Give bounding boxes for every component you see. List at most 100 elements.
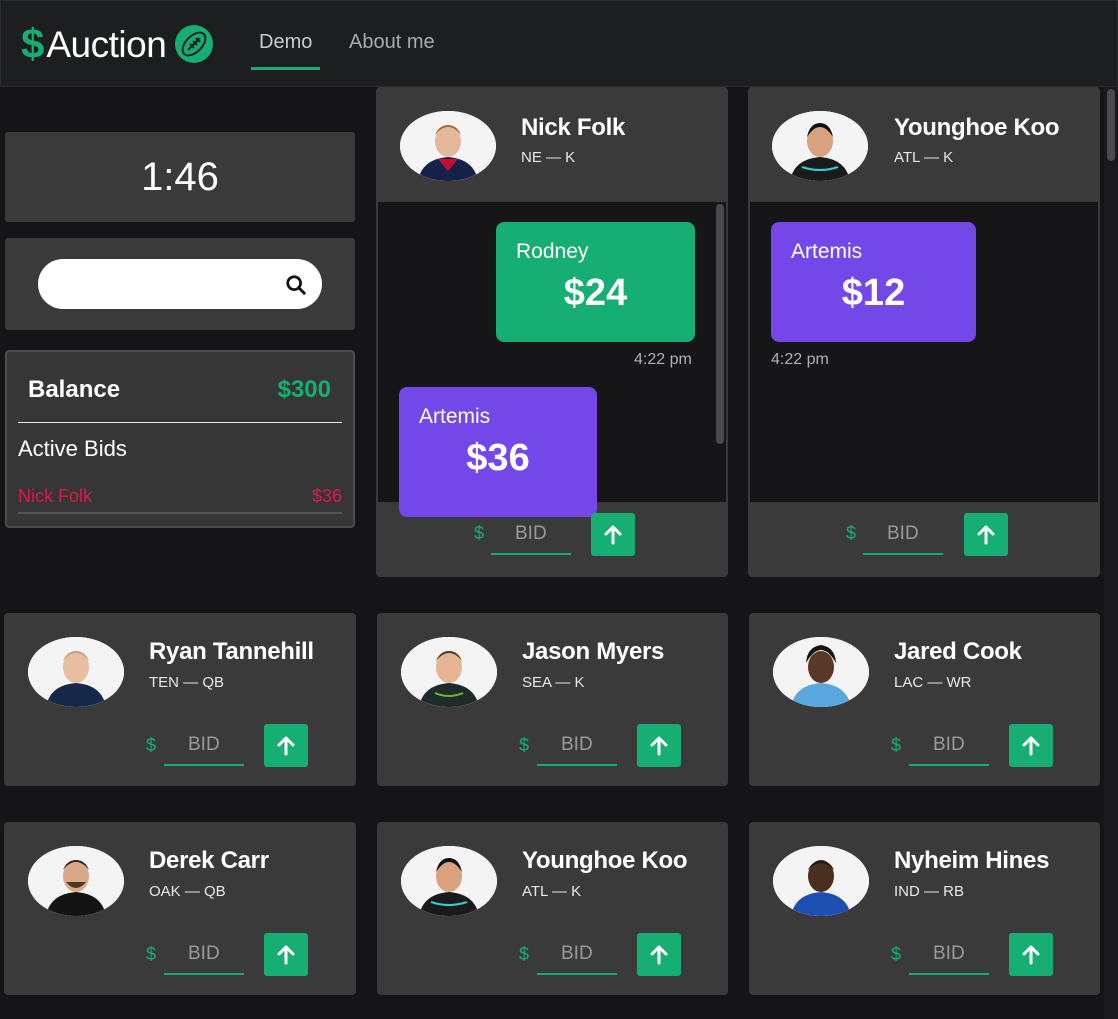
player-photo-icon [401, 637, 497, 707]
player-team-position: NE — K [521, 149, 576, 166]
player-name: Ryan Tannehill [149, 638, 314, 665]
auction-timer: 1:46 [5, 132, 355, 222]
submit-bid-button[interactable] [637, 933, 681, 976]
bid-timestamp: 4:22 pm [634, 351, 692, 368]
search-icon[interactable] [285, 274, 307, 296]
nav-link-demo-label: Demo [259, 31, 313, 53]
bid-input[interactable] [164, 935, 244, 975]
balance-divider [18, 422, 342, 423]
submit-bid-button[interactable] [964, 513, 1008, 556]
bid-currency: $ [146, 735, 157, 755]
player-photo-icon [773, 637, 869, 707]
arrow-up-icon [650, 736, 668, 755]
player-card: Ryan Tannehill TEN — QB $ [4, 613, 356, 786]
active-bid-amount: $36 [311, 486, 342, 506]
submit-bid-button[interactable] [591, 513, 635, 556]
search-panel [5, 238, 355, 330]
active-bid-player: Nick Folk [18, 486, 93, 506]
brand-logo[interactable]: $ Auction [21, 21, 214, 67]
bid-currency: $ [519, 735, 530, 755]
active-bids-heading: Active Bids [18, 436, 127, 461]
player-team-position: TEN — QB [149, 674, 225, 691]
bidder-name: Rodney [516, 240, 589, 263]
bid-input[interactable] [491, 515, 571, 555]
nav-link-demo[interactable]: Demo [251, 31, 321, 70]
bid-input[interactable] [164, 726, 244, 766]
logo-text: Auction [46, 23, 167, 65]
player-name: Younghoe Koo [522, 847, 688, 874]
arrow-up-icon [650, 945, 668, 964]
player-team-position: OAK — QB [149, 883, 226, 900]
search-input[interactable] [38, 259, 322, 309]
player-team-position: SEA — K [522, 674, 585, 691]
submit-bid-button[interactable] [264, 724, 308, 767]
bid-input[interactable] [537, 935, 617, 975]
player-photo-icon [773, 846, 869, 916]
navbar: $ Auction Demo About me [0, 0, 1118, 87]
active-nav-indicator [251, 67, 321, 70]
player-avatar [772, 111, 868, 181]
balance-label: Balance [28, 376, 121, 403]
arrow-up-icon [604, 525, 622, 544]
player-team-position: ATL — K [894, 149, 954, 166]
player-avatar [401, 846, 497, 916]
arrow-up-icon [977, 525, 995, 544]
player-avatar [401, 637, 497, 707]
player-card: Derek Carr OAK — QB $ [4, 822, 356, 995]
player-avatar [773, 846, 869, 916]
player-name: Nyheim Hines [894, 847, 1050, 874]
bid-currency: $ [846, 523, 857, 543]
player-name: Younghoe Koo [894, 114, 1060, 141]
active-bid-row[interactable]: Nick Folk $36 [18, 484, 342, 514]
player-photo-icon [401, 846, 497, 916]
bid-currency: $ [146, 944, 157, 964]
bid-amount: $24 [563, 272, 628, 314]
bid-currency: $ [519, 944, 530, 964]
nav-link-about-label: About me [349, 31, 435, 53]
player-avatar [28, 846, 124, 916]
bid-timestamp: 4:22 pm [771, 351, 829, 368]
bid-input[interactable] [909, 726, 989, 766]
player-card: Jared Cook LAC — WR $ [749, 613, 1100, 786]
feed-scrollbar-thumb[interactable] [716, 204, 724, 444]
live-player-card: Younghoe Koo ATL — K Artemis $12 4:22 pm… [748, 87, 1100, 577]
player-team-position: ATL — K [522, 883, 582, 900]
page-scrollbar-thumb[interactable] [1107, 89, 1115, 161]
bid-input[interactable] [537, 726, 617, 766]
bid-amount: $36 [466, 437, 530, 479]
player-avatar [773, 637, 869, 707]
submit-bid-button[interactable] [1009, 933, 1053, 976]
logo-dollar-sign: $ [21, 20, 45, 67]
player-avatar [28, 637, 124, 707]
arrow-up-icon [277, 736, 295, 755]
bidder-name: Artemis [419, 405, 491, 428]
bid-bubble: Artemis $12 [771, 222, 976, 342]
submit-bid-button[interactable] [264, 933, 308, 976]
player-name: Jared Cook [894, 638, 1022, 665]
bidder-name: Artemis [791, 240, 863, 263]
page-scrollbar[interactable] [1104, 87, 1118, 1019]
balance-value: $300 [277, 376, 331, 403]
player-card: Nyheim Hines IND — RB $ [749, 822, 1100, 995]
bid-feed[interactable]: Rodney $24 4:22 pm Artemis $36 [378, 202, 726, 517]
arrow-up-icon [1022, 945, 1040, 964]
player-team-position: IND — RB [894, 883, 965, 900]
arrow-up-icon [1022, 736, 1040, 755]
player-card: Jason Myers SEA — K $ [377, 613, 728, 786]
submit-bid-button[interactable] [637, 724, 681, 767]
bid-input[interactable] [909, 935, 989, 975]
bid-currency: $ [891, 735, 902, 755]
nav-link-about[interactable]: About me [349, 31, 435, 69]
player-photo-icon [28, 846, 124, 916]
player-photo-icon [28, 637, 124, 707]
player-photo-icon [400, 111, 496, 181]
live-player-card: Nick Folk NE — K Rodney $24 4:22 pm Arte… [376, 87, 728, 577]
timer-value: 1:46 [141, 154, 219, 199]
bid-feed[interactable]: Artemis $12 4:22 pm [750, 202, 1098, 502]
bid-bubble: Artemis $36 [399, 387, 597, 517]
submit-bid-button[interactable] [1009, 724, 1053, 767]
arrow-up-icon [277, 945, 295, 964]
bid-input[interactable] [863, 515, 943, 555]
player-name: Nick Folk [521, 114, 625, 141]
bid-currency: $ [474, 523, 485, 543]
